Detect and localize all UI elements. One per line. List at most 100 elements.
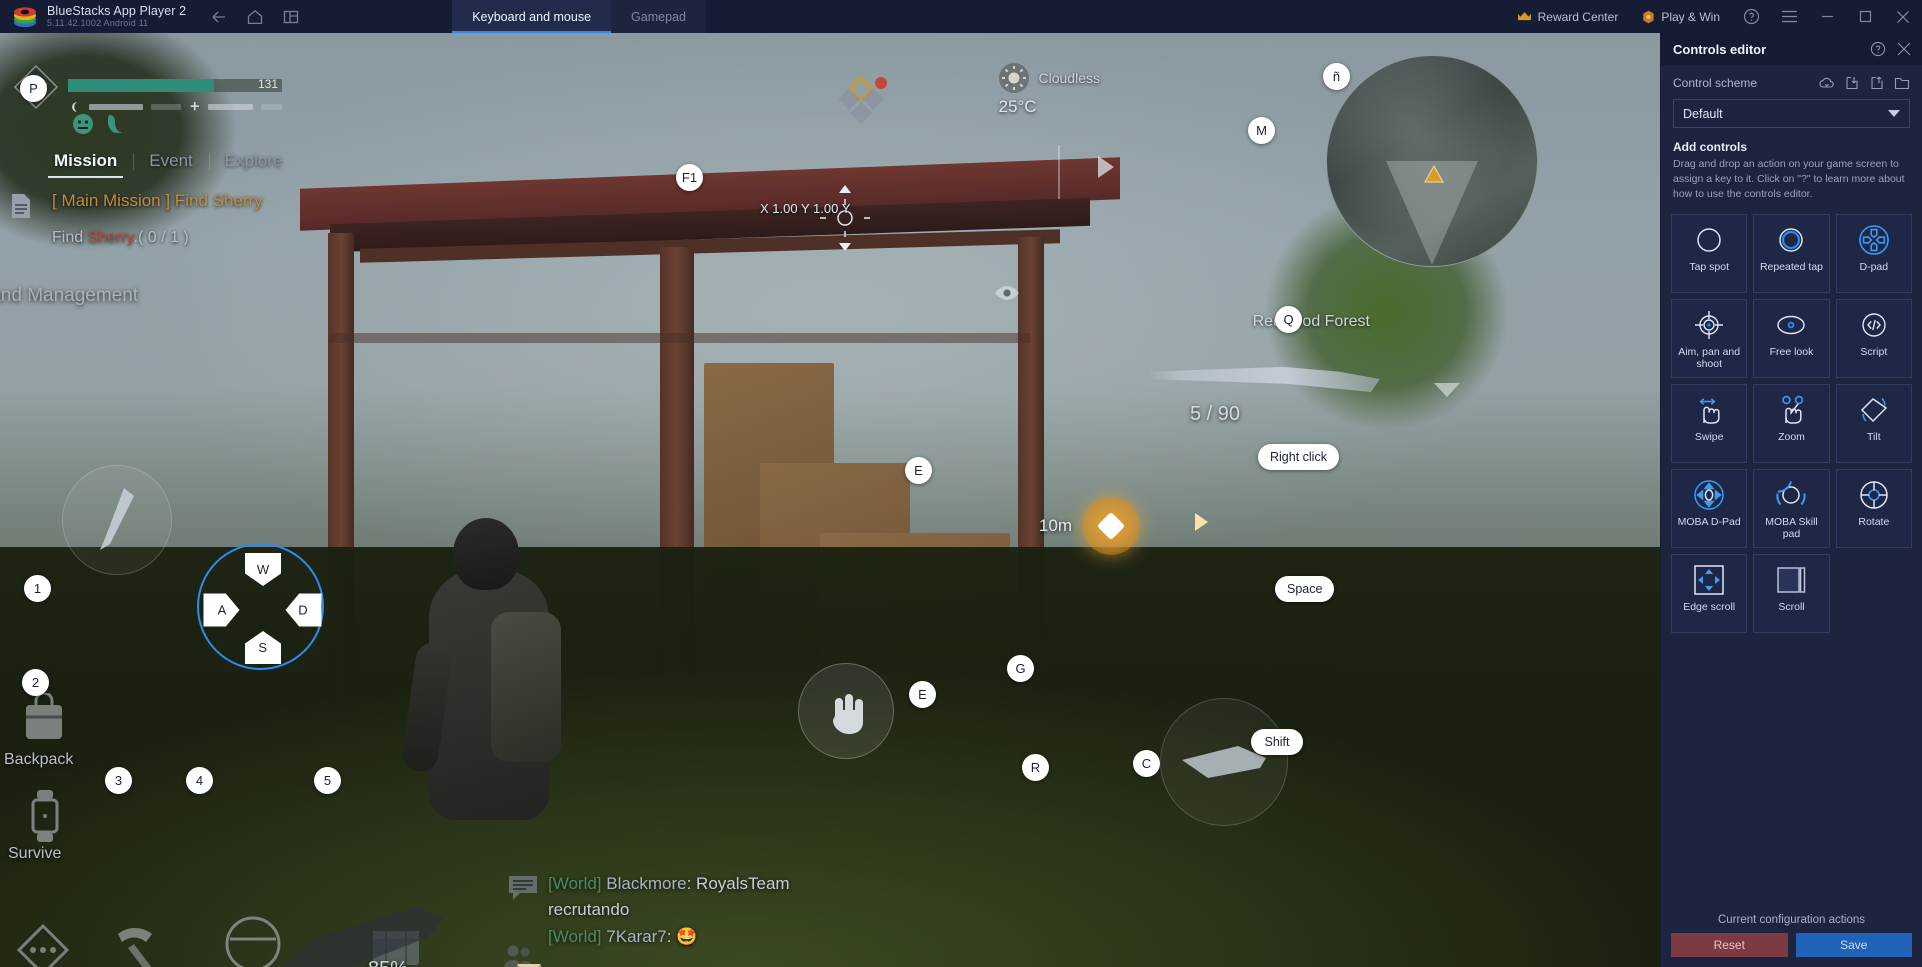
import-icon[interactable] <box>1844 75 1860 91</box>
keybind-q[interactable]: Q <box>1275 306 1302 333</box>
panel-header: Controls editor <box>1661 33 1922 65</box>
keybind-space[interactable]: Space <box>1275 576 1335 602</box>
export-icon[interactable] <box>1869 75 1885 91</box>
dpad-key-right[interactable]: D <box>286 594 322 627</box>
control-tile-scroll[interactable]: Scroll <box>1753 553 1830 633</box>
tab-event[interactable]: Event <box>133 147 208 178</box>
control-tile-edge-scroll[interactable]: Edge scroll <box>1671 553 1748 633</box>
melee-slot-button[interactable] <box>62 465 172 575</box>
back-icon[interactable] <box>210 8 228 26</box>
survive-label: Survive <box>8 845 62 862</box>
tab-gamepad[interactable]: Gamepad <box>611 0 706 33</box>
add-controls-description: Drag and drop an action on your game scr… <box>1673 158 1905 200</box>
hexagon-icon <box>1643 10 1655 23</box>
control-tile-free-look[interactable]: Free look <box>1753 298 1830 378</box>
control-tile-d-pad[interactable]: D-pad <box>1835 213 1912 293</box>
tab-mission[interactable]: Mission <box>38 147 133 178</box>
control-tile-swipe[interactable]: Swipe <box>1671 383 1748 463</box>
reset-button[interactable]: Reset <box>1671 933 1788 957</box>
keybind-shift[interactable]: Shift <box>1251 729 1303 755</box>
crosshair-coordinates: X 1.00 Y 1.00 Y <box>760 201 851 216</box>
sun-icon <box>998 63 1029 93</box>
tab-explore[interactable]: Explore <box>208 147 299 178</box>
keybind-g[interactable]: G <box>1007 655 1034 682</box>
pickaxe-icon[interactable] <box>112 918 168 967</box>
play-arrow-icon[interactable] <box>1098 156 1114 178</box>
save-button[interactable]: Save <box>1795 933 1912 957</box>
chat-overlay[interactable]: [World] Blackmore: RoyalsTeam recrutando… <box>504 871 1068 967</box>
bluestacks-window: BlueStacks App Player 2 5.11.42.1002 And… <box>0 0 1922 967</box>
keybind-ñ[interactable]: ñ <box>1323 63 1350 90</box>
minimize-button[interactable] <box>1808 0 1846 33</box>
survive-watch-icon[interactable] <box>22 788 68 844</box>
keybind-r[interactable]: R <box>1022 754 1049 781</box>
chat-text: : RoyalsTeam <box>686 874 790 893</box>
backpack-icon[interactable] <box>18 693 70 745</box>
region-label: Redwood Forest <box>1252 313 1370 330</box>
control-tile-moba-d-pad[interactable]: MOBA D-Pad <box>1671 468 1748 548</box>
keybind-1[interactable]: 1 <box>24 575 51 602</box>
more-actions-icon[interactable] <box>14 921 72 967</box>
interact-button[interactable] <box>798 663 894 759</box>
keybind-m[interactable]: M <box>1248 117 1275 144</box>
cloud-sync-icon[interactable] <box>1819 75 1835 91</box>
keybind-f1[interactable]: F1 <box>676 164 703 191</box>
folder-icon[interactable] <box>1894 75 1910 91</box>
dpad-control-overlay[interactable]: W A D S <box>197 543 324 670</box>
menu-button[interactable] <box>1770 0 1808 33</box>
nav-icon-group <box>210 8 300 26</box>
panel-close-icon[interactable] <box>1896 41 1912 57</box>
keybind-c[interactable]: C <box>1133 750 1160 777</box>
keybind-2[interactable]: 2 <box>22 669 49 696</box>
panel-help-icon[interactable] <box>1870 41 1886 57</box>
control-tile-tap-spot[interactable]: Tap spot <box>1671 213 1748 293</box>
objective-direction-arrow-icon <box>1195 513 1208 531</box>
control-tile-rotate[interactable]: Rotate <box>1835 468 1912 548</box>
dpad-key-down[interactable]: S <box>245 631 281 664</box>
tab-keyboard-and-mouse[interactable]: Keyboard and mouse <box>452 0 612 33</box>
keybind-e[interactable]: E <box>905 457 932 484</box>
control-tile-repeated-tap[interactable]: Repeated tap <box>1753 213 1830 293</box>
keybind-5[interactable]: 5 <box>314 767 341 794</box>
control-tile-tilt[interactable]: Tilt <box>1835 383 1912 463</box>
help-button[interactable] <box>1732 0 1770 33</box>
control-tile-script[interactable]: Script <box>1835 298 1912 378</box>
home-icon[interactable] <box>246 8 264 26</box>
keybind-4[interactable]: 4 <box>186 767 213 794</box>
backpack-label: Backpack <box>4 751 74 768</box>
titlebar-right-group: Reward Center Play & Win <box>1505 0 1922 33</box>
mission-panel: [ Main Mission ] Find Sherry Find Sherry… <box>0 181 280 263</box>
game-viewport[interactable]: 131 Mission Event Explore [Main Mission… <box>0 33 1660 967</box>
dpad-key-left[interactable]: A <box>204 594 240 627</box>
control-scheme-select[interactable]: Default <box>1673 99 1910 128</box>
maximize-button[interactable] <box>1846 0 1884 33</box>
script-icon <box>1859 309 1889 341</box>
crown-icon <box>1517 12 1531 21</box>
control-tile-zoom[interactable]: Zoom <box>1753 383 1830 463</box>
multi-instance-icon[interactable] <box>282 8 300 26</box>
keybind-right-click[interactable]: Right click <box>1258 444 1339 470</box>
keybind-p[interactable]: P <box>20 75 47 102</box>
weapon-dropdown-caret-icon[interactable] <box>1434 383 1460 397</box>
land-management-label: land Management <box>0 285 139 306</box>
play-and-win-button[interactable]: Play & Win <box>1630 0 1732 33</box>
keybind-3[interactable]: 3 <box>105 767 132 794</box>
hand-icon <box>833 694 863 734</box>
control-scheme-section: Control scheme Default <box>1661 65 1922 132</box>
dpad-key-up[interactable]: W <box>245 553 281 586</box>
reward-center-button[interactable]: Reward Center <box>1505 0 1631 33</box>
close-button[interactable] <box>1884 0 1922 33</box>
chat-message: [World] Blackmore: RoyalsTeam <box>548 871 1068 897</box>
keybind-e[interactable]: E <box>909 681 936 708</box>
status-face-icon <box>73 114 93 134</box>
eye-icon <box>995 286 1019 300</box>
minimap[interactable] <box>1326 55 1538 267</box>
objective-marker-icon[interactable] <box>1082 497 1140 555</box>
fire-weapon-button[interactable] <box>1160 698 1288 826</box>
weather-label: Cloudless <box>1038 70 1100 86</box>
scene-marker-line <box>1058 145 1060 199</box>
control-tile-aim-pan-and-shoot[interactable]: Aim, pan and shoot <box>1671 298 1748 378</box>
controls-editor-panel: Controls editor Control scheme Default A… <box>1660 33 1922 967</box>
control-tile-moba-skill-pad[interactable]: MOBA Skill pad <box>1753 468 1830 548</box>
app-name: BlueStacks App Player 2 <box>47 3 187 18</box>
